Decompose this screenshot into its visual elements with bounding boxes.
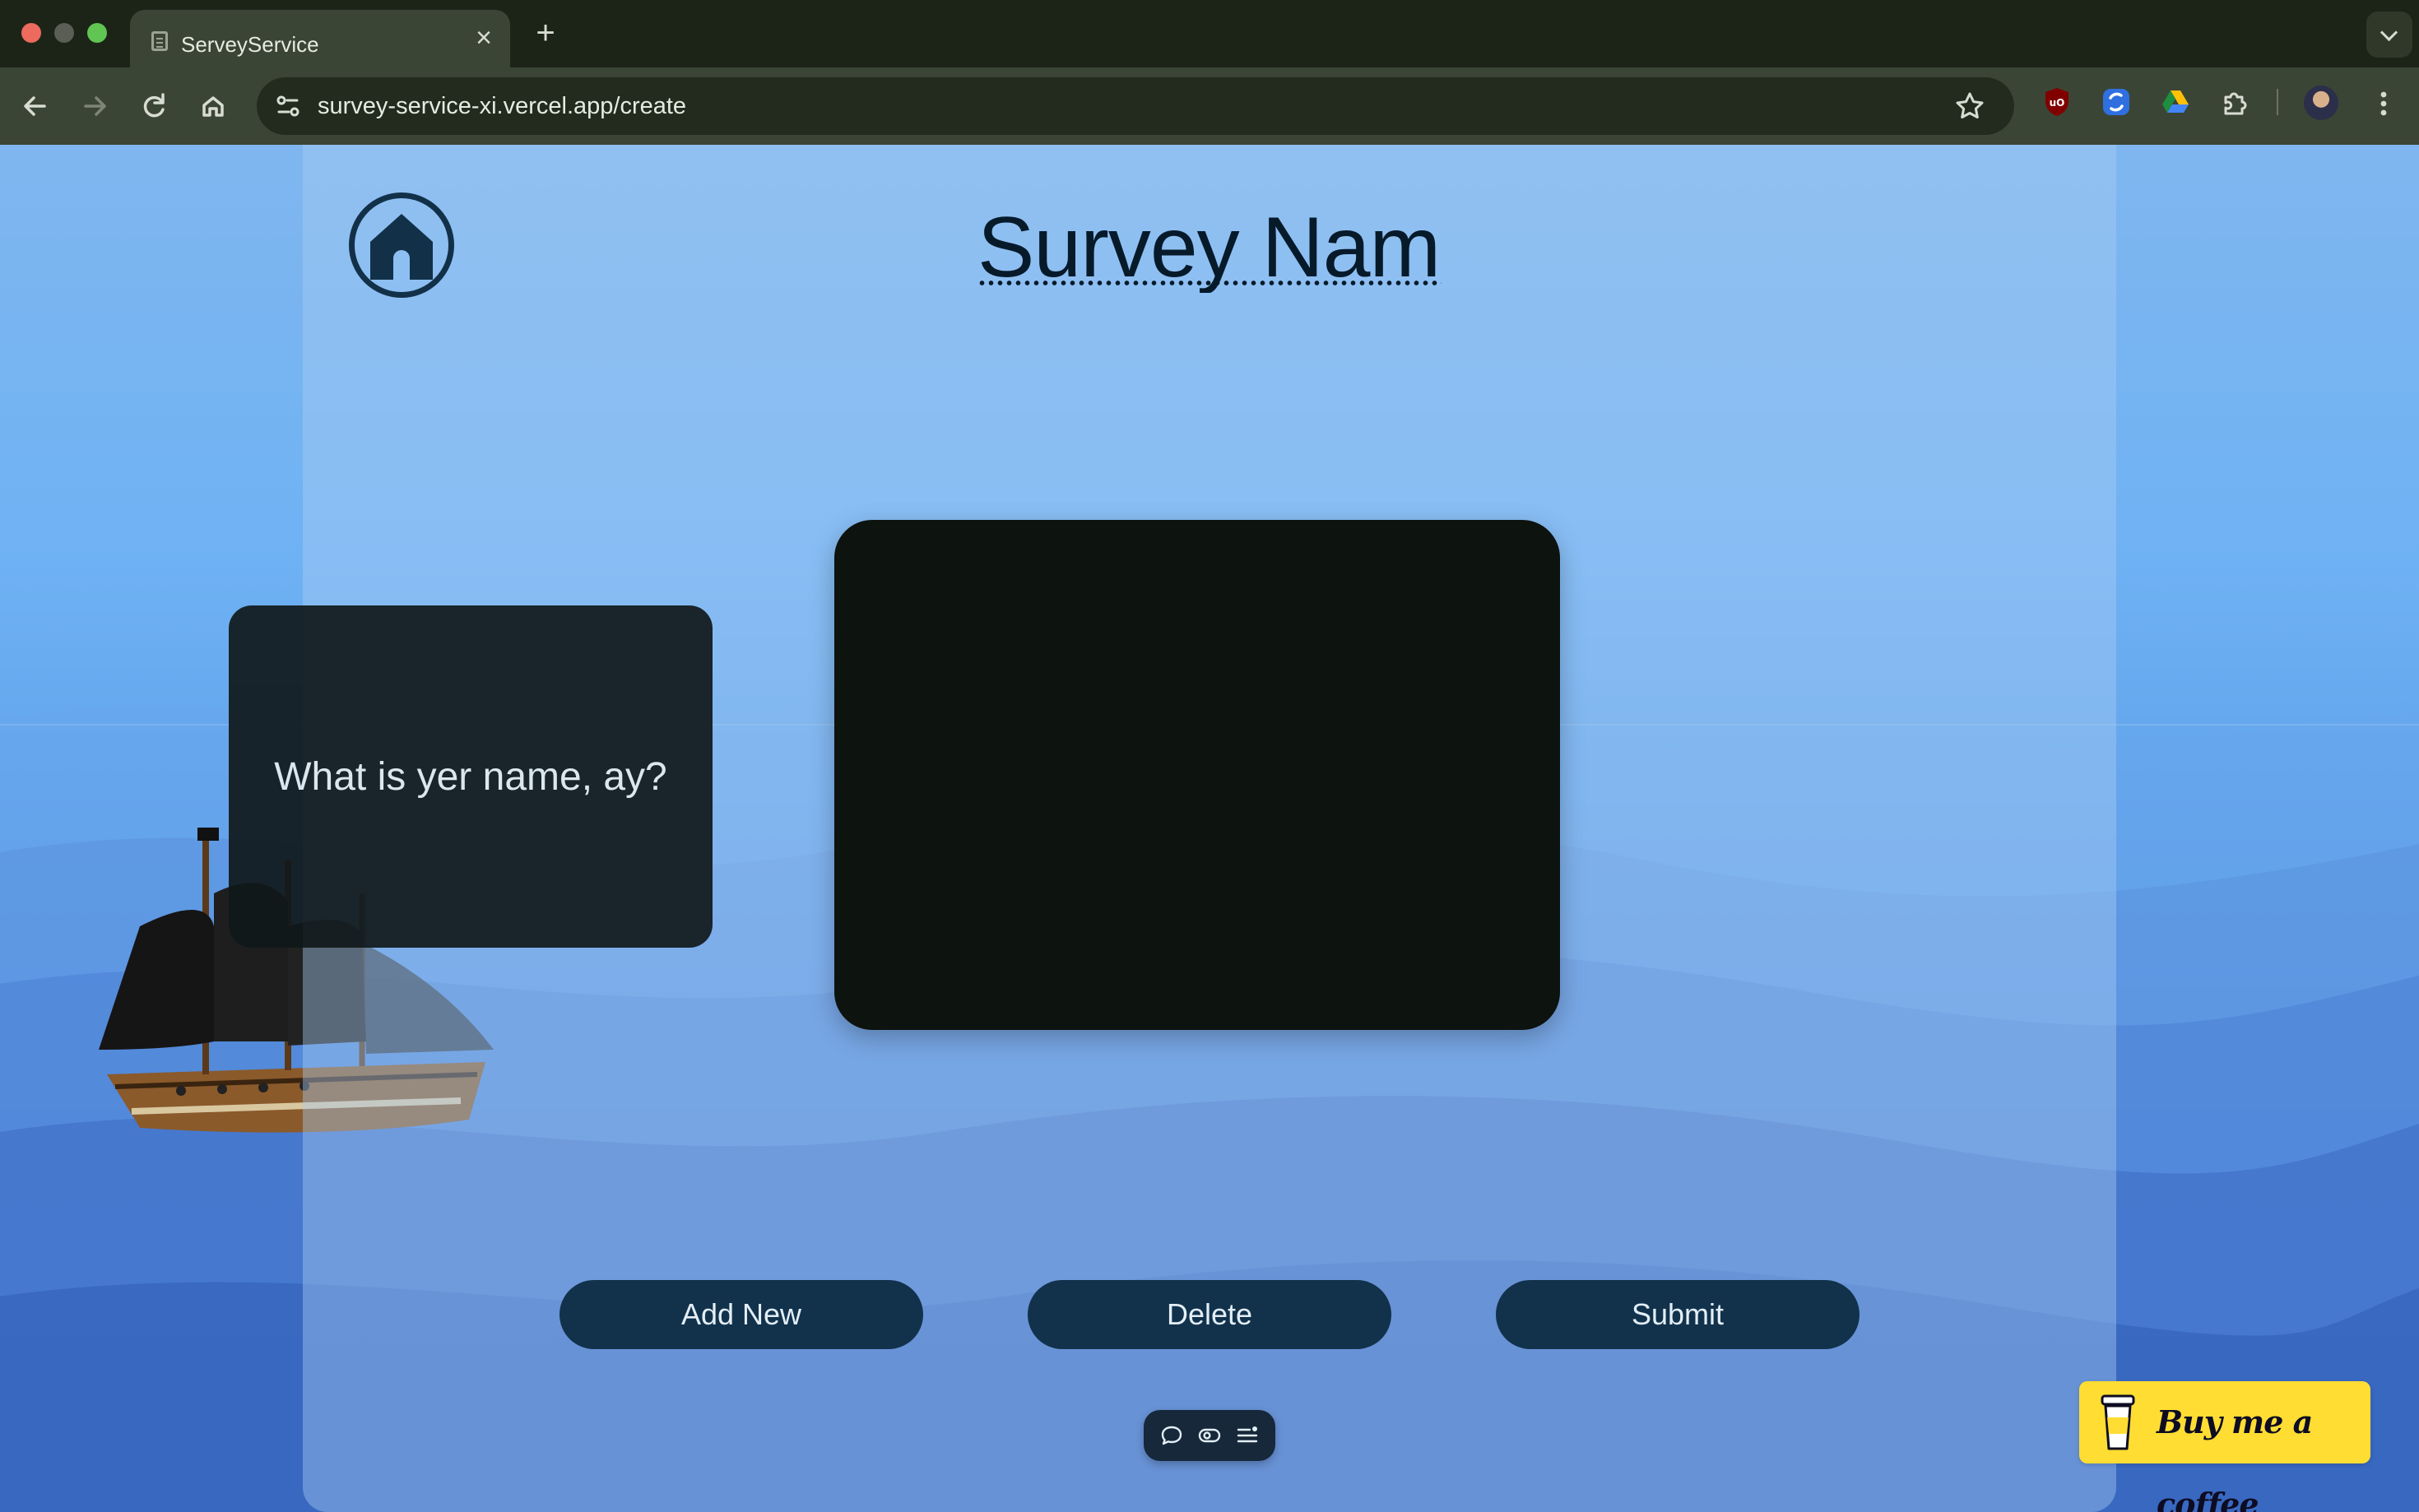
question-card[interactable]: What is yer name, ay?: [229, 605, 713, 948]
arrow-left-icon: [24, 96, 46, 116]
coffee-cup-icon: [2101, 1394, 2135, 1450]
reload-button[interactable]: [132, 84, 176, 128]
question-text: What is yer name, ay?: [274, 754, 667, 799]
home-button[interactable]: [349, 192, 454, 298]
google-drive-icon[interactable]: [2159, 86, 2192, 118]
extensions-puzzle-icon[interactable]: [2218, 86, 2251, 118]
profile-avatar[interactable]: [2304, 86, 2338, 120]
home-icon: [370, 214, 433, 280]
home-page-button[interactable]: [191, 84, 235, 128]
view-icon[interactable]: [1196, 1422, 1223, 1449]
browser-tab-strip: ServeyService × +: [0, 0, 2419, 67]
floating-dev-toolbar: [1144, 1410, 1275, 1461]
home-icon: [202, 96, 224, 117]
back-button[interactable]: [13, 84, 58, 128]
document-icon: [151, 31, 168, 51]
address-bar[interactable]: survey-service-xi.vercel.app/create: [257, 77, 2014, 135]
window-zoom-button[interactable]: [87, 23, 107, 43]
list-settings-icon[interactable]: [1234, 1422, 1261, 1449]
survey-name-underline: [977, 280, 1442, 286]
forward-button[interactable]: [72, 84, 117, 128]
tab-search-button[interactable]: [2366, 12, 2412, 58]
coffee-label: Buy me a coffee: [2157, 1403, 2313, 1512]
tab-title: ServeyService: [181, 32, 319, 57]
add-new-button[interactable]: Add New: [559, 1280, 923, 1349]
sync-extension-icon[interactable]: [2100, 86, 2133, 118]
submit-button[interactable]: Submit: [1496, 1280, 1860, 1349]
reload-icon: [143, 93, 165, 118]
toolbar-separator: [2277, 89, 2278, 115]
svg-text:uO: uO: [2050, 97, 2065, 109]
arrow-right-icon: [84, 96, 106, 116]
bookmark-star-icon[interactable]: [1952, 88, 1988, 124]
site-settings-icon: [276, 95, 299, 117]
browser-menu-icon[interactable]: [2370, 87, 2398, 120]
buy-me-a-coffee-button[interactable]: Buy me a coffee: [2079, 1381, 2370, 1512]
comment-icon[interactable]: [1158, 1422, 1185, 1449]
url-text: survey-service-xi.vercel.app/create: [318, 93, 687, 119]
new-tab-button[interactable]: +: [527, 15, 564, 53]
tab-close-button[interactable]: ×: [467, 21, 500, 54]
page-viewport: What is yer name, ay? Add New Delete Sub…: [0, 145, 2419, 1512]
window-close-button[interactable]: [21, 23, 41, 43]
browser-tab[interactable]: ServeyService ×: [130, 10, 510, 67]
ublock-extension-icon[interactable]: uO: [2041, 86, 2073, 118]
window-minimize-button[interactable]: [54, 23, 74, 43]
delete-button[interactable]: Delete: [1028, 1280, 1391, 1349]
question-editor-card[interactable]: [834, 520, 1560, 1030]
